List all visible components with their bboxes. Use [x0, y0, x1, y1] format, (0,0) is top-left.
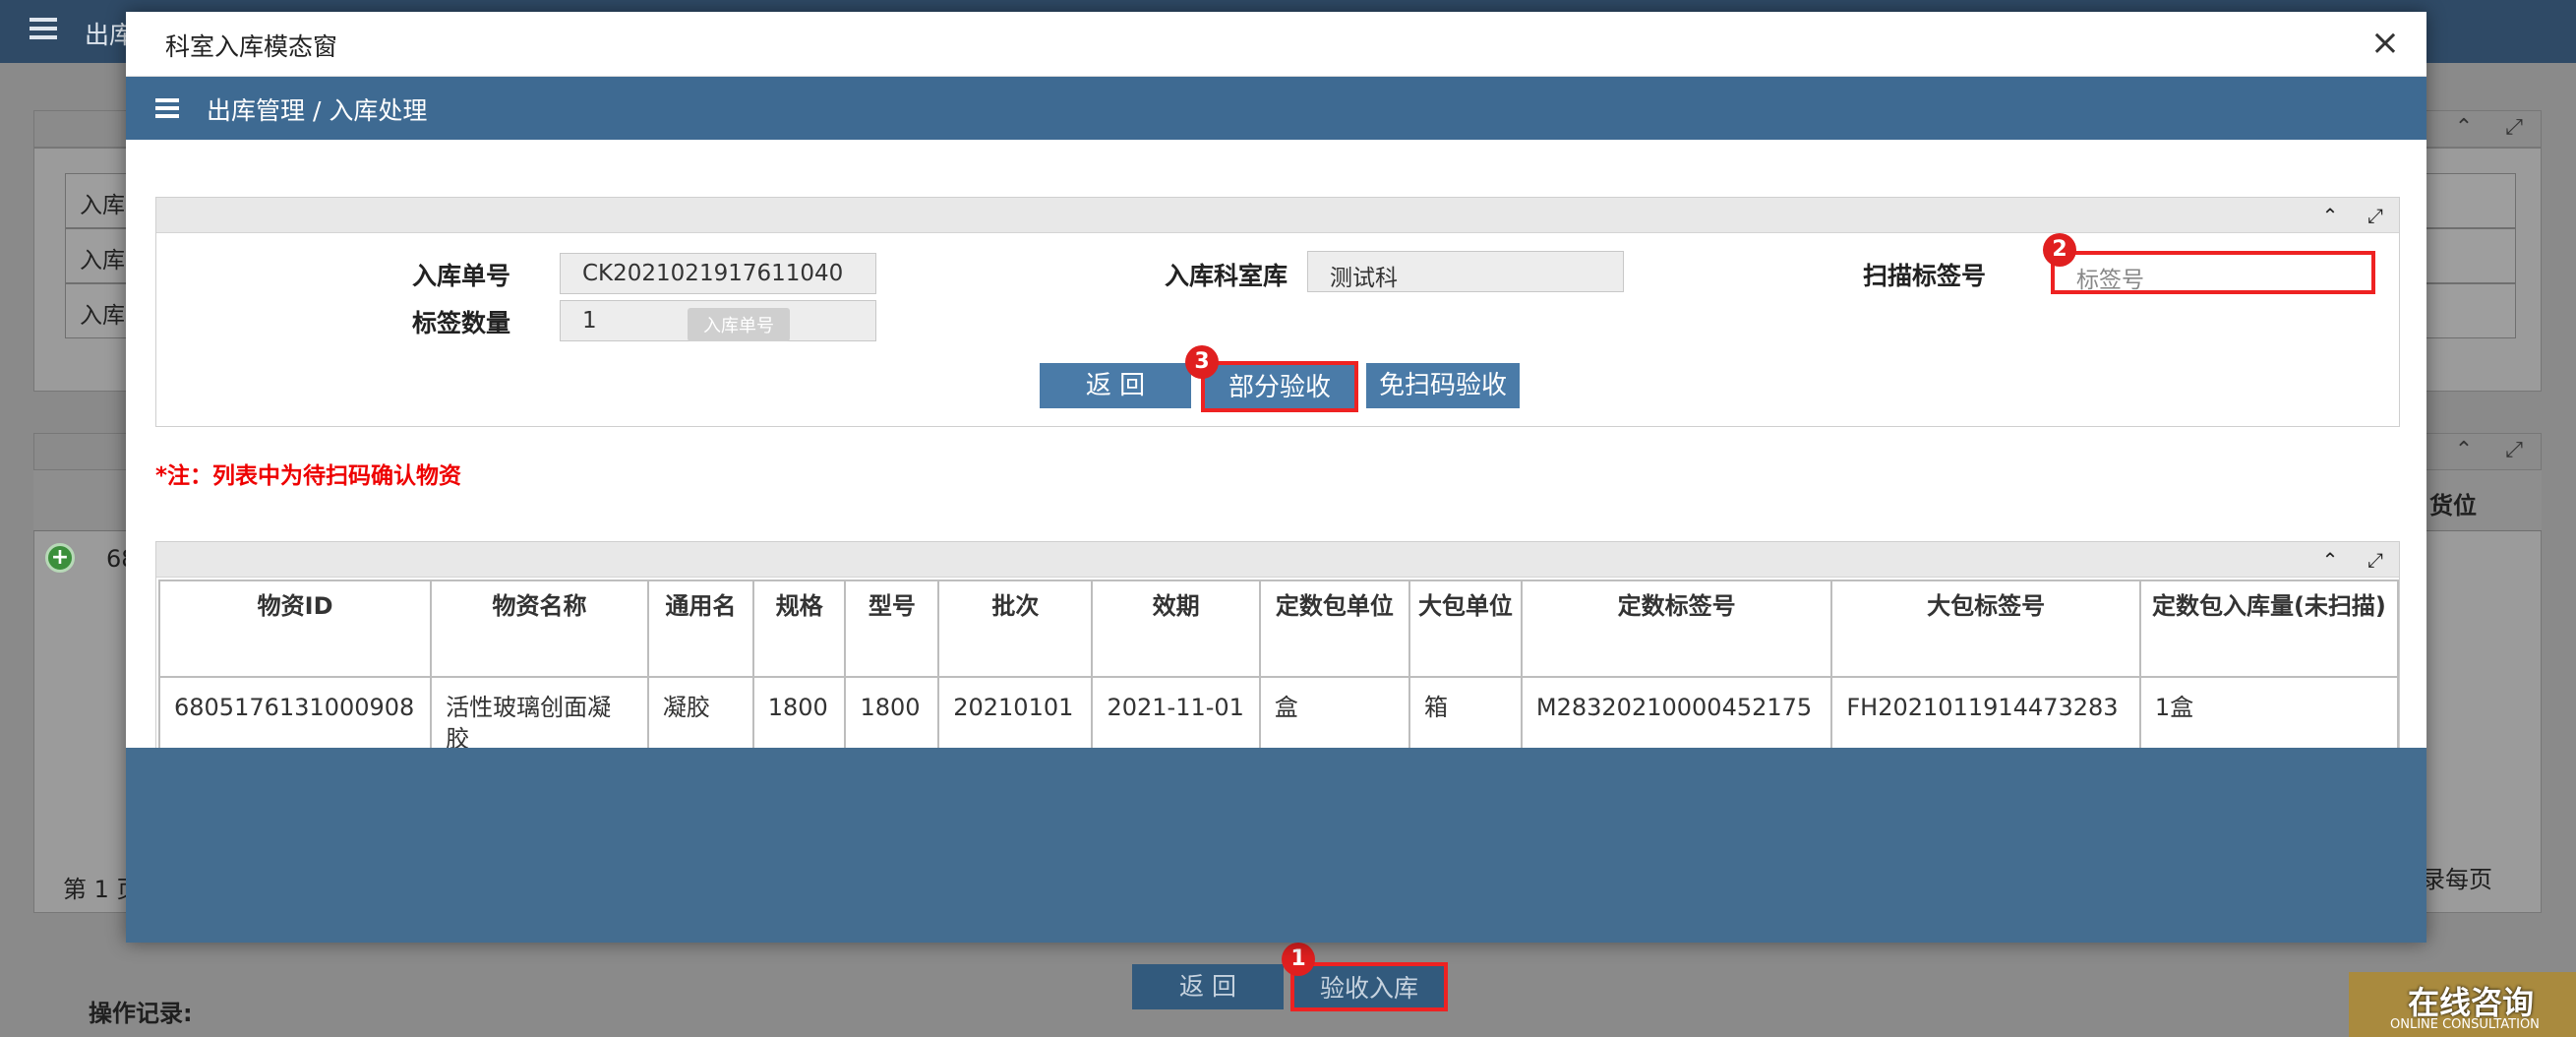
dept-field[interactable]: 测试科 [1307, 251, 1624, 292]
column-header[interactable]: 大包单位 [1408, 580, 1523, 678]
expand-icon[interactable]: ⤢ [2496, 434, 2532, 467]
return-button[interactable]: 返 回 [1132, 964, 1284, 1009]
menu-icon[interactable] [155, 98, 179, 118]
expand-row-icon[interactable]: + [45, 543, 75, 573]
partial-accept-button[interactable]: 部分验收 [1201, 361, 1358, 412]
menu-icon[interactable] [30, 18, 57, 39]
online-consult-subtitle: ONLINE CONSULTATION [2390, 1017, 2540, 1032]
modal-footer [126, 748, 2426, 943]
collapse-icon[interactable]: ⌃ [2310, 542, 2350, 578]
field-tooltip: 入库单号 [688, 308, 790, 341]
collapse-icon[interactable]: ⌃ [2310, 198, 2350, 233]
no-scan-accept-button[interactable]: 免扫码验收 [1366, 363, 1520, 408]
table-header-row: 物资ID 物资名称 通用名 规格 型号 批次 效期 定数包单位 大包单位 定数标… [157, 580, 2400, 678]
scan-label: 扫描标签号 [1862, 262, 1986, 290]
modal-titlebar [126, 12, 2426, 77]
form-panel: ⌃ ⤢ 入库单号 CK2021021917611040 入库科室库 测试科 扫描… [155, 197, 2400, 427]
modal-title: 科室入库模态窗 [165, 32, 338, 61]
modal-body: 出库管理 / 入库处理 ⌃ ⤢ 入库单号 CK2021021917611040 … [126, 77, 2426, 943]
column-header[interactable]: 批次 [937, 580, 1094, 678]
pager-size-info: 录每页 [2422, 866, 2492, 893]
order-no-label: 入库单号 [411, 262, 510, 290]
list-note: *注：列表中为待扫码确认物资 [155, 463, 462, 489]
column-header[interactable]: 效期 [1091, 580, 1261, 678]
breadcrumb: 出库管理 / 入库处理 [207, 96, 428, 125]
column-header[interactable]: 型号 [844, 580, 940, 678]
close-icon[interactable]: × [2362, 22, 2409, 65]
operation-log-label: 操作记录: [89, 1000, 193, 1027]
scan-tag-input[interactable]: 标签号 [2051, 251, 2375, 294]
collapse-icon[interactable]: ⌃ [2446, 111, 2482, 145]
breadcrumb-bar [126, 77, 2426, 140]
column-header[interactable]: 定数包单位 [1258, 580, 1411, 678]
expand-icon[interactable]: ⤢ [2356, 542, 2395, 578]
order-no-field[interactable]: CK2021021917611040 [560, 253, 876, 294]
grid-header-location: 货位 [2429, 492, 2477, 519]
accept-stock-in-button[interactable]: 验收入库 [1290, 962, 1448, 1011]
column-header[interactable]: 物资名称 [430, 580, 649, 678]
panel-header [156, 542, 2399, 578]
expand-icon[interactable]: ⤢ [2356, 198, 2395, 233]
tag-count-label: 标签数量 [411, 309, 510, 337]
column-header[interactable]: 通用名 [646, 580, 754, 678]
step-badge-3: 3 [1185, 345, 1219, 379]
dept-label: 入库科室库 [1164, 262, 1288, 290]
expand-icon[interactable]: ⤢ [2496, 111, 2532, 145]
column-header[interactable]: 规格 [751, 580, 847, 678]
return-button[interactable]: 返 回 [1040, 363, 1191, 408]
step-badge-2: 2 [2043, 233, 2076, 267]
step-badge-1: 1 [1282, 943, 1315, 976]
column-header[interactable]: 物资ID [157, 580, 433, 678]
column-header[interactable]: 大包标签号 [1830, 580, 2141, 678]
stock-in-modal: 科室入库模态窗 × 出库管理 / 入库处理 ⌃ ⤢ 入库单号 CK2021021… [126, 12, 2426, 943]
collapse-icon[interactable]: ⌃ [2446, 434, 2482, 467]
materials-table-panel: ⌃ ⤢ 物资ID 物资名称 通用名 规格 型号 批次 效期 定数包单位 大包单位… [155, 541, 2400, 782]
column-header[interactable]: 定数包入库量(未扫描) [2138, 580, 2400, 678]
panel-header [156, 198, 2399, 233]
column-header[interactable]: 定数标签号 [1520, 580, 1833, 678]
